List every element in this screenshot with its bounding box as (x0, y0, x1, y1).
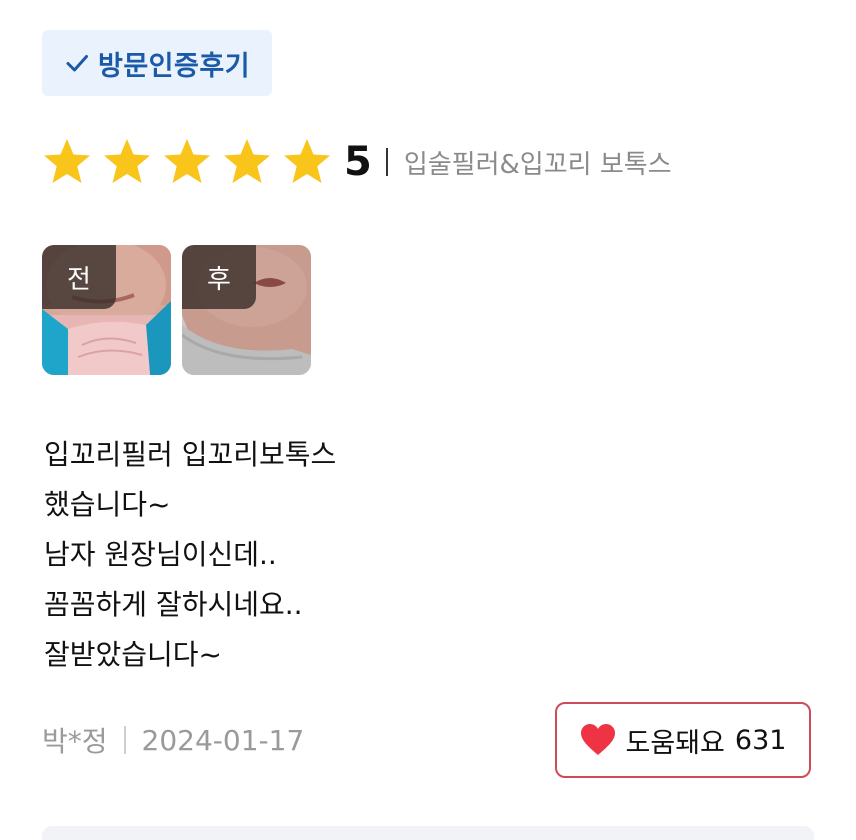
next-review-card-edge (42, 826, 814, 840)
verified-review-badge: 방문인증후기 (42, 30, 273, 96)
photo-gallery: 전 후 (42, 245, 311, 375)
meta-divider (123, 726, 126, 754)
helpful-count: 631 (734, 724, 787, 756)
star-rating (42, 137, 332, 187)
review-line: 남자 원장님이신데.. (44, 538, 277, 571)
after-photo[interactable]: 후 (182, 245, 311, 375)
review-line: 잘받았습니다~ (44, 638, 223, 671)
review-card: 방문인증후기 5 입술필러&입꼬리 보톡스 전 후 입꼬리필러 입꼬리보톡스 했… (0, 0, 856, 840)
verified-badge-label: 방문인증후기 (98, 50, 251, 82)
rating-value: 5 (344, 139, 372, 185)
before-photo-label: 전 (42, 245, 116, 309)
star-icon (224, 139, 270, 183)
star-icon (104, 139, 150, 183)
star-icon (284, 139, 330, 183)
review-meta: 박*정 2024-01-17 (42, 720, 304, 760)
author-name: 박*정 (42, 725, 108, 758)
after-photo-label: 후 (182, 245, 256, 309)
before-photo[interactable]: 전 (42, 245, 171, 375)
helpful-label: 도움돼요 (625, 727, 725, 759)
review-date: 2024-01-17 (141, 723, 305, 757)
rating-divider (385, 148, 388, 176)
star-icon (44, 139, 90, 183)
review-line: 입꼬리필러 입꼬리보톡스 (44, 438, 337, 471)
helpful-button[interactable]: 도움돼요 631 (555, 702, 811, 778)
star-icon (164, 139, 210, 183)
review-line: 했습니다~ (44, 488, 171, 521)
procedure-name: 입술필러&입꼬리 보톡스 (403, 149, 672, 180)
rating-row: 5 입술필러&입꼬리 보톡스 (42, 132, 672, 192)
heart-icon (580, 724, 615, 755)
review-line: 꼼꼼하게 잘하시네요.. (44, 588, 303, 621)
review-body: 입꼬리필러 입꼬리보톡스 했습니다~ 남자 원장님이신데.. 꼼꼼하게 잘하시네… (44, 430, 336, 680)
check-icon (66, 55, 88, 72)
